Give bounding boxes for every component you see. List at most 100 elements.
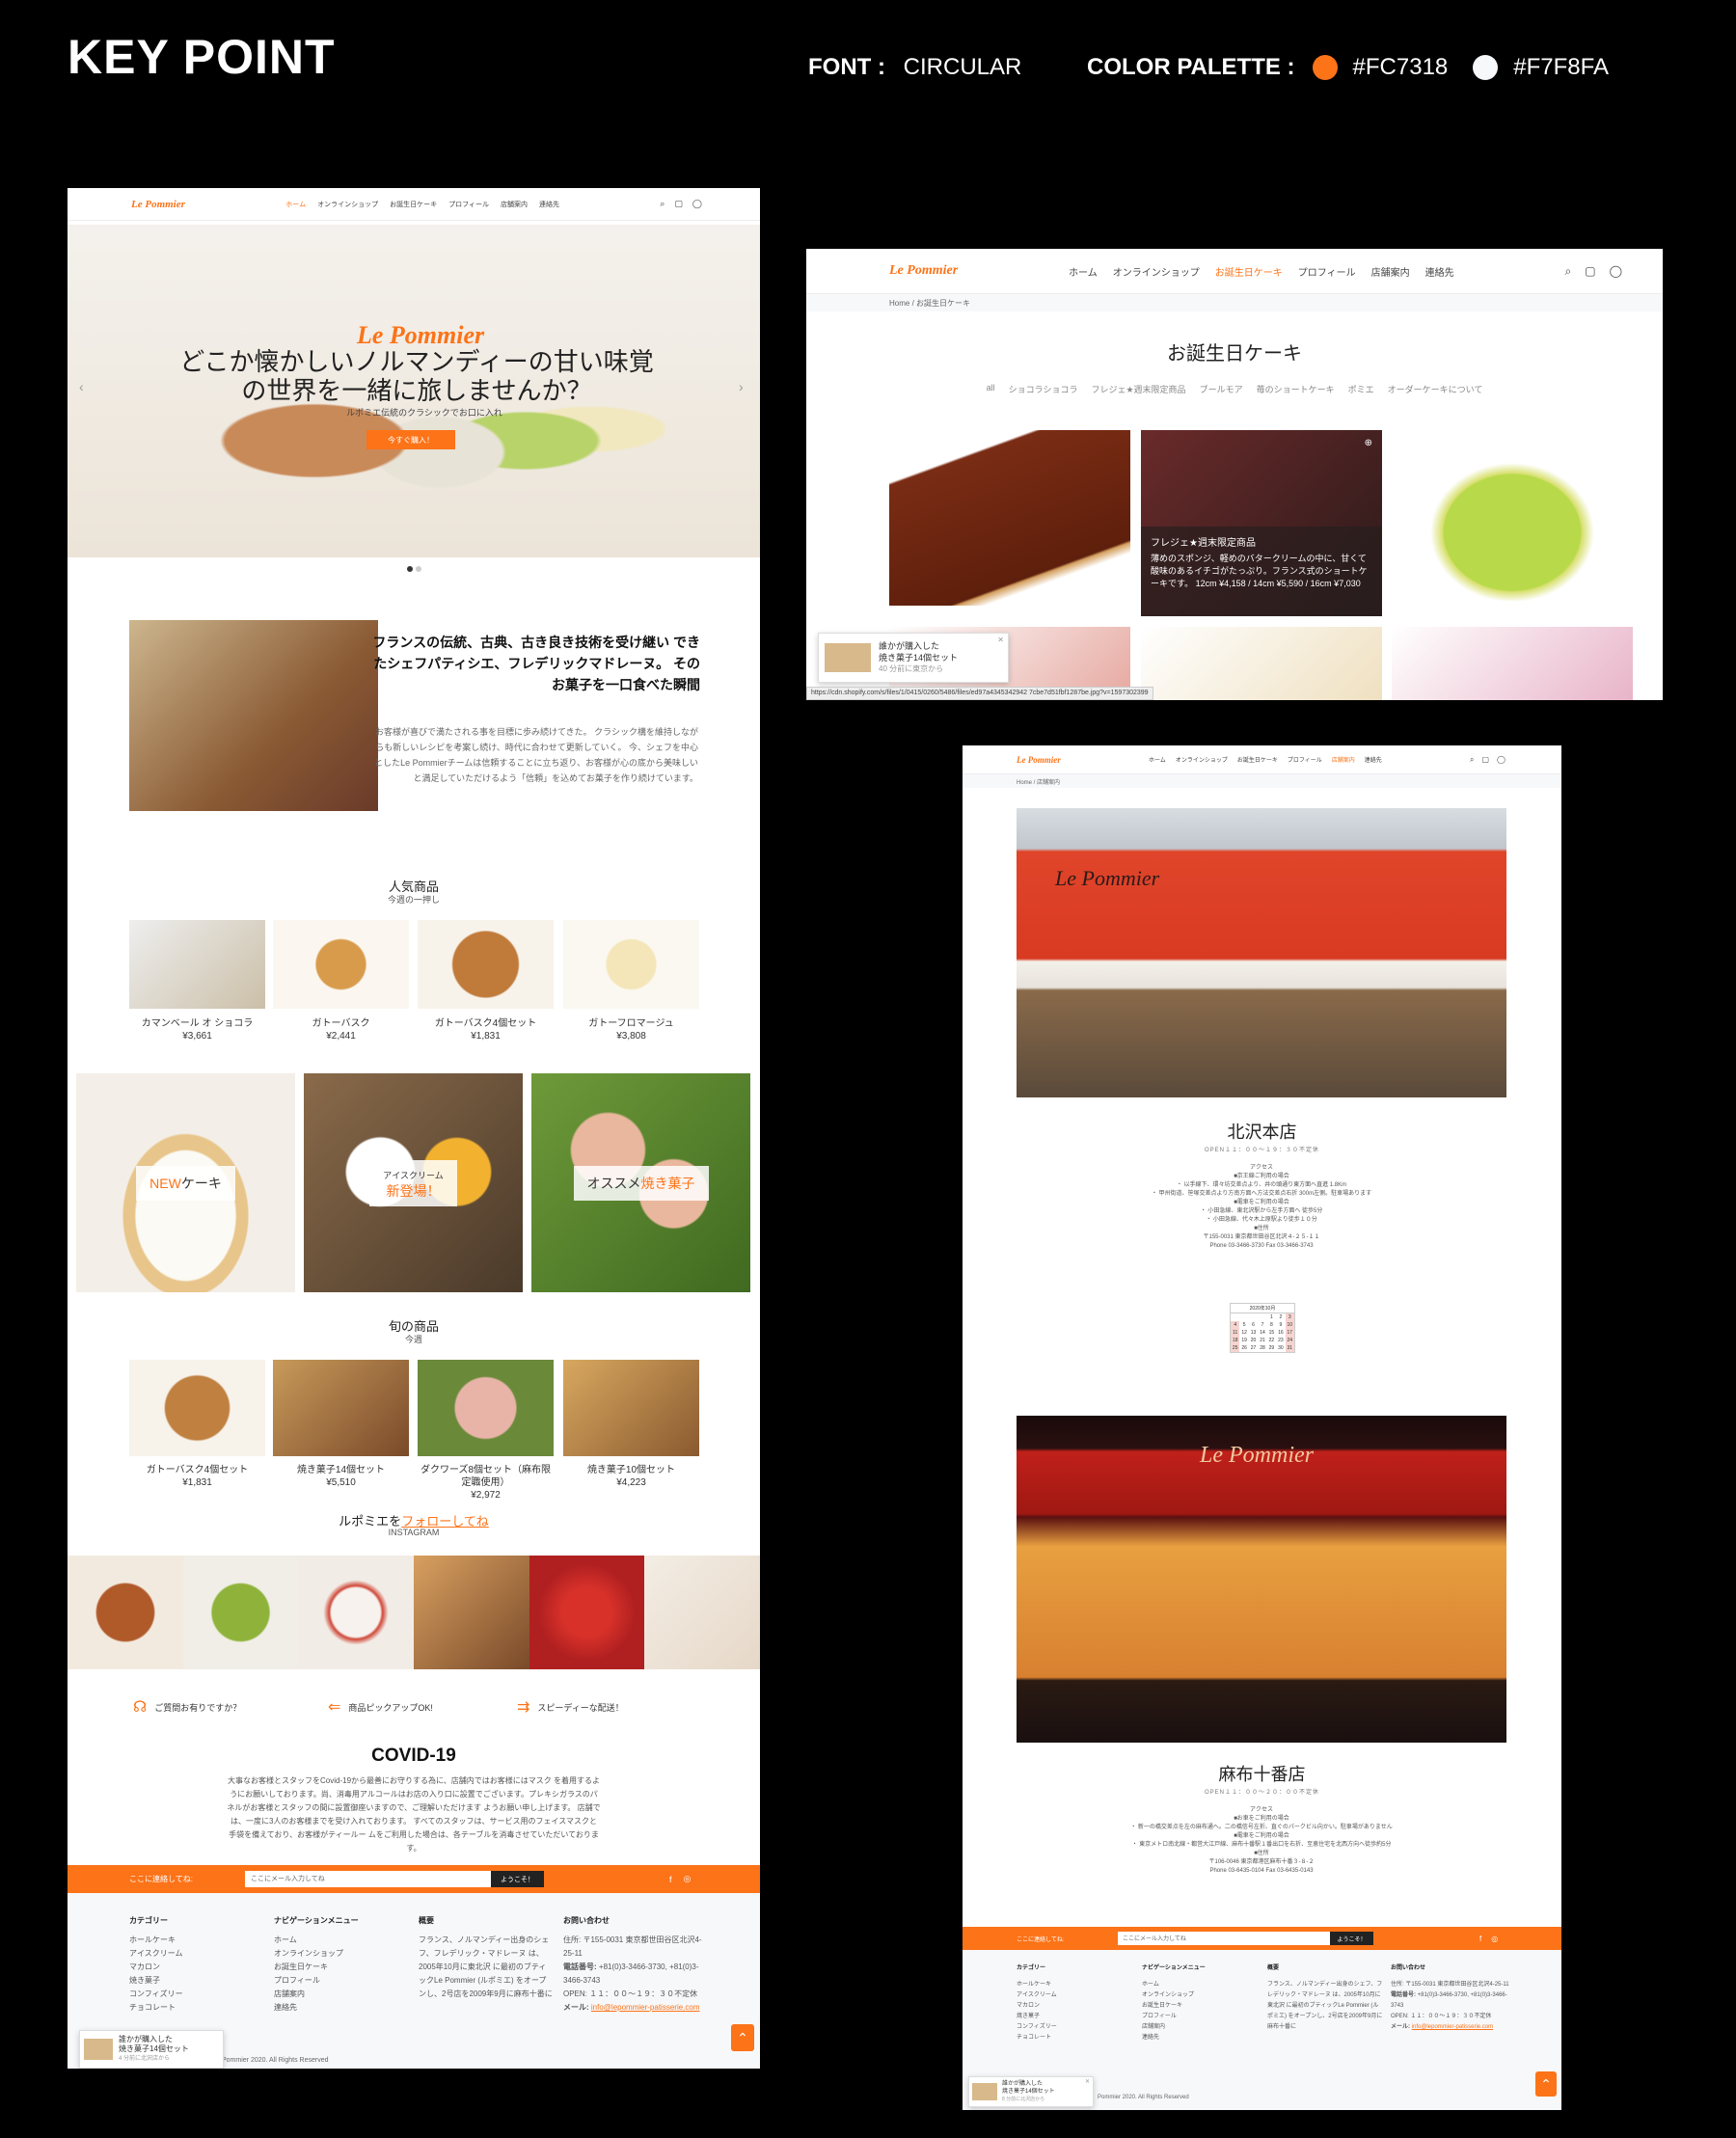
footer-link[interactable]: ホールケーキ	[129, 1934, 183, 1947]
nav-shop[interactable]: オンラインショップ	[1176, 755, 1228, 764]
product-card[interactable]: ガトーバスク ¥2,441	[273, 1017, 409, 1042]
product-card[interactable]: ダクワーズ8個セット（麻布限定職使用） ¥2,972	[418, 1464, 554, 1502]
filter-all[interactable]: all	[987, 383, 995, 395]
newsletter-input[interactable]: ここにメール入力してね	[1118, 1932, 1330, 1945]
hero-next-arrow[interactable]: ›	[739, 379, 744, 394]
product-image[interactable]	[563, 920, 699, 1009]
product-image[interactable]	[1392, 627, 1633, 700]
cart-icon[interactable]: ▢	[674, 199, 683, 209]
tile-ice-cream[interactable]: アイスクリーム 新登場！	[304, 1073, 523, 1292]
nav-stores[interactable]: 店舗案内	[501, 200, 528, 209]
tile-baked-goods[interactable]: オススメ焼き菓子	[531, 1073, 750, 1292]
product-image[interactable]	[1141, 627, 1382, 700]
user-icon[interactable]: ◯	[1497, 755, 1505, 765]
logo[interactable]: Le Pommier	[1017, 755, 1061, 765]
footer-link[interactable]: プロフィール	[274, 1974, 359, 1988]
footer-link[interactable]: コンフィズリー	[129, 1988, 183, 2001]
newsletter-submit-button[interactable]: ようこそ！	[1330, 1932, 1373, 1945]
footer-link[interactable]: コンフィズリー	[1017, 2022, 1057, 2033]
newsletter-submit-button[interactable]: ようこそ！	[491, 1871, 544, 1887]
product-image[interactable]	[129, 1360, 265, 1456]
filter-item[interactable]: 苺のショートケーキ	[1257, 383, 1335, 395]
footer-link[interactable]: お誕生日ケーキ	[1142, 2001, 1206, 2012]
nav-home[interactable]: ホーム	[1069, 264, 1098, 279]
logo[interactable]: Le Pommier	[131, 199, 185, 210]
footer-link[interactable]: マカロン	[129, 1961, 183, 1974]
instagram-post[interactable]	[529, 1556, 645, 1669]
product-image[interactable]	[129, 920, 265, 1009]
cart-icon[interactable]: ▢	[1481, 755, 1489, 765]
logo[interactable]: Le Pommier	[889, 263, 958, 279]
nav-contact[interactable]: 連絡先	[1425, 264, 1454, 279]
search-icon[interactable]: ⌕	[1564, 264, 1571, 279]
nav-birthday[interactable]: お誕生日ケーキ	[1215, 264, 1283, 279]
footer-link[interactable]: チョコレート	[1017, 2033, 1057, 2043]
filter-item[interactable]: オーダーケーキについて	[1388, 383, 1483, 395]
search-icon[interactable]: ⌕	[660, 199, 665, 209]
product-image[interactable]	[418, 920, 554, 1009]
footer-link[interactable]: アイスクリーム	[129, 1947, 183, 1961]
product-card[interactable]: 焼き菓子10個セット ¥4,223	[563, 1464, 699, 1489]
instagram-icon[interactable]: ◎	[684, 1874, 692, 1884]
instagram-post[interactable]	[644, 1556, 760, 1669]
instagram-post[interactable]	[182, 1556, 299, 1669]
footer-link[interactable]: 店舗案内	[1142, 2022, 1206, 2033]
product-card[interactable]: カマンベール オ ショコラ ¥3,661	[129, 1017, 265, 1042]
product-card-hover[interactable]: ⊕ フレジェ★週末限定商品 薄めのスポンジ、軽めのバタークリームの中に、甘くて酸…	[1141, 430, 1382, 616]
instagram-post[interactable]	[414, 1556, 529, 1669]
hero-dot[interactable]	[416, 566, 421, 572]
hero-prev-arrow[interactable]: ‹	[79, 379, 84, 394]
facebook-icon[interactable]: f	[1479, 1935, 1481, 1943]
nav-stores[interactable]: 店舗案内	[1371, 264, 1410, 279]
filter-item[interactable]: ショコラショコラ	[1009, 383, 1078, 395]
product-image[interactable]	[1392, 430, 1633, 616]
instagram-icon[interactable]: ◎	[1491, 1935, 1498, 1943]
search-icon[interactable]: ⌕	[1470, 755, 1474, 765]
product-image[interactable]	[273, 920, 409, 1009]
footer-link[interactable]: アイスクリーム	[1017, 1990, 1057, 2001]
footer-mail-link[interactable]: info@lepommier-patisserie.com	[1412, 2024, 1493, 2030]
cart-icon[interactable]: ▢	[1585, 264, 1595, 279]
facebook-icon[interactable]: f	[669, 1875, 672, 1884]
footer-link[interactable]: プロフィール	[1142, 2012, 1206, 2022]
user-icon[interactable]: ◯	[1610, 264, 1622, 279]
nav-shop[interactable]: オンラインショップ	[1113, 264, 1200, 279]
nav-stores[interactable]: 店舗案内	[1332, 755, 1355, 764]
nav-contact[interactable]: 連絡先	[539, 200, 559, 209]
newsletter-input[interactable]: ここにメール入力してね	[245, 1871, 491, 1887]
hero-dot-active[interactable]	[407, 566, 413, 572]
instagram-post[interactable]	[298, 1556, 415, 1669]
filter-item[interactable]: フレジェ★週末限定商品	[1091, 383, 1185, 395]
nav-home[interactable]: ホーム	[1149, 755, 1166, 764]
footer-link[interactable]: オンラインショップ	[1142, 1990, 1206, 2001]
product-image[interactable]	[889, 430, 1130, 606]
footer-link[interactable]: ホーム	[1142, 1980, 1206, 1990]
product-card[interactable]: ガトーバスク4個セット ¥1,831	[418, 1017, 554, 1042]
filter-item[interactable]: ブールモア	[1200, 383, 1243, 395]
tile-new-cake[interactable]: NEWケーキ	[76, 1073, 295, 1292]
nav-birthday[interactable]: お誕生日ケーキ	[1237, 755, 1278, 764]
footer-link[interactable]: マカロン	[1017, 2001, 1057, 2012]
nav-shop[interactable]: オンラインショップ	[317, 200, 378, 209]
scroll-top-button[interactable]: ⌃	[1535, 2071, 1557, 2097]
follow-link[interactable]: フォローしてね	[401, 1514, 489, 1529]
instagram-post[interactable]	[68, 1556, 183, 1669]
footer-link[interactable]: 店舗案内	[274, 1988, 359, 2001]
footer-link[interactable]: ホーム	[274, 1934, 359, 1947]
product-image[interactable]	[418, 1360, 554, 1456]
product-image[interactable]	[563, 1360, 699, 1456]
footer-link[interactable]: チョコレート	[129, 2001, 183, 2015]
footer-link[interactable]: 焼き菓子	[1017, 2012, 1057, 2022]
footer-mail-link[interactable]: info@lepommier-patisserie.com	[591, 2003, 700, 2012]
close-icon[interactable]: ✕	[997, 636, 1004, 644]
footer-link[interactable]: 連絡先	[1142, 2033, 1206, 2043]
nav-profile[interactable]: プロフィール	[1288, 755, 1322, 764]
user-icon[interactable]: ◯	[692, 199, 702, 209]
scroll-top-button[interactable]: ⌃	[731, 2024, 754, 2051]
footer-link[interactable]: お誕生日ケーキ	[274, 1961, 359, 1974]
footer-link[interactable]: ホールケーキ	[1017, 1980, 1057, 1990]
product-card[interactable]: 焼き菓子14個セット ¥5,510	[273, 1464, 409, 1489]
nav-home[interactable]: ホーム	[285, 200, 306, 209]
close-icon[interactable]: ✕	[1085, 2078, 1090, 2085]
product-image[interactable]	[273, 1360, 409, 1456]
